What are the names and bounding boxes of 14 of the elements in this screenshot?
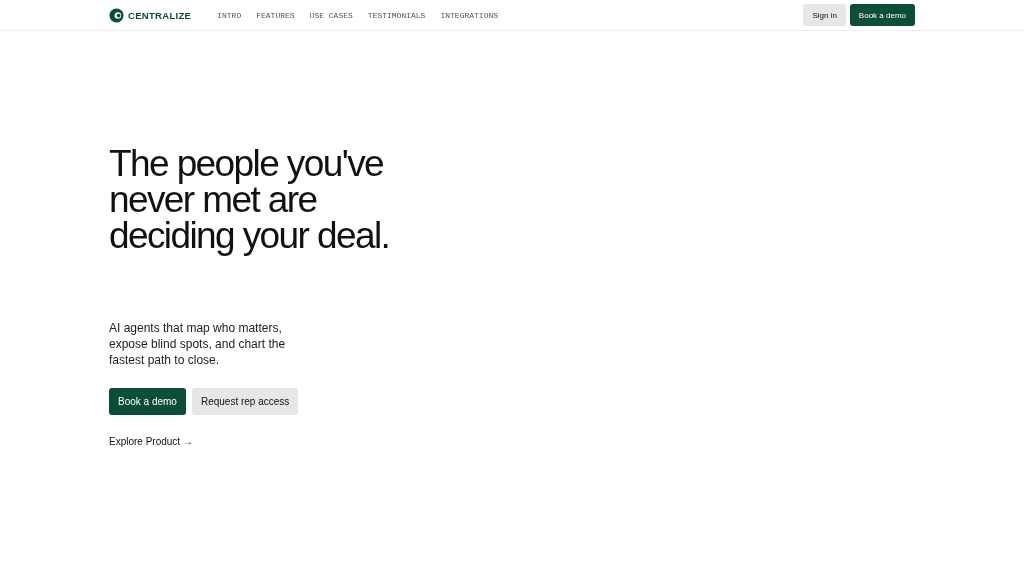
sign-in-button[interactable]: Sign in bbox=[803, 4, 846, 26]
nav-link[interactable]: FEATURES bbox=[256, 10, 295, 20]
headline: The people you've never met are deciding your deal. bbox=[109, 146, 391, 254]
book-demo-button[interactable]: Book a demo bbox=[849, 4, 915, 26]
nav-link[interactable]: USE CASES bbox=[309, 10, 353, 20]
nav-link[interactable]: INTEGRATIONS bbox=[440, 10, 499, 20]
subtitle: AI agents that map who matters, expose blind spots, and chart the fastest path to close. bbox=[109, 320, 287, 368]
explore-product-link[interactable]: Explore Product → bbox=[109, 436, 193, 447]
nav-link[interactable]: INTRO bbox=[217, 10, 242, 20]
nav-link[interactable]: TESTIMONIALS bbox=[367, 10, 426, 20]
request-access-button[interactable]: Request rep access bbox=[191, 388, 299, 415]
logo-icon bbox=[109, 7, 124, 23]
logo-text: CENTRALIZE bbox=[128, 9, 192, 21]
book-demo-button[interactable]: Book a demo bbox=[109, 388, 186, 415]
